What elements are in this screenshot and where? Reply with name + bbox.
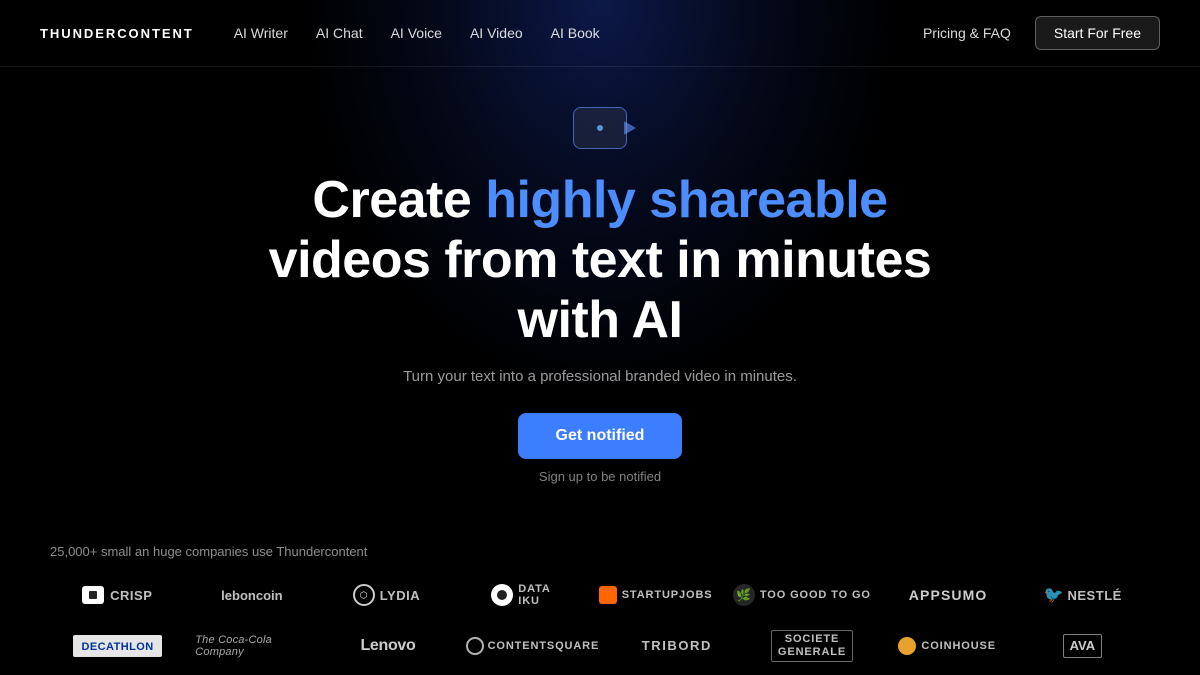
logo-startupjobs: STARTUPJOBS	[588, 580, 723, 610]
start-for-free-button[interactable]: Start For Free	[1035, 16, 1160, 50]
sign-up-note: Sign up to be notified	[539, 469, 661, 484]
logos-section: 25,000+ small an huge companies use Thun…	[0, 544, 1200, 668]
logo-tribord: TRIBORD	[609, 632, 744, 659]
logo-dataiku: dataiku	[454, 577, 589, 613]
nav-links: AI Writer AI Chat AI Voice AI Video AI B…	[234, 25, 923, 41]
get-notified-button[interactable]: Get notified	[518, 413, 683, 459]
nav-link-ai-book[interactable]: AI Book	[551, 25, 600, 41]
navbar: THUNDERCONTENT AI Writer AI Chat AI Voic…	[0, 0, 1200, 67]
logos-row-2: DECATHLON The Coca-Cola Company Lenovo C…	[50, 624, 1150, 668]
logo-ava: AVA	[1015, 628, 1150, 664]
logo-nestle: 🐦 Nestlé	[1015, 579, 1150, 611]
nav-link-ai-voice[interactable]: AI Voice	[391, 25, 442, 41]
logo-sg: SOCIETEGENERALE	[744, 624, 879, 668]
nav-logo: THUNDERCONTENT	[40, 26, 194, 41]
logo-lenovo: Lenovo	[320, 631, 455, 661]
hero-subtitle: Turn your text into a professional brand…	[403, 368, 797, 385]
camera-dot	[597, 125, 603, 131]
logo-leboncoin: leboncoin	[185, 582, 320, 609]
nav-right: Pricing & FAQ Start For Free	[923, 16, 1160, 50]
nav-link-ai-video[interactable]: AI Video	[470, 25, 523, 41]
logos-row-1: crisp leboncoin ⬡ Lydia dataiku STARTUPJ…	[50, 577, 1150, 613]
hero-highlight: highly shareable	[485, 171, 887, 229]
logo-contentsquare: Contentsquare	[456, 631, 610, 661]
logos-label: 25,000+ small an huge companies use Thun…	[50, 544, 1150, 559]
logo-coinhouse: coinhouse	[880, 631, 1015, 661]
logo-cocacola: The Coca-Cola Company	[185, 628, 320, 664]
logo-tgtg: 🌿 Too Good To Go	[723, 578, 881, 612]
hero-title: Create highly shareable videos from text…	[250, 171, 950, 350]
logo-crisp: crisp	[50, 580, 185, 610]
nav-pricing[interactable]: Pricing & FAQ	[923, 25, 1011, 41]
logo-lydia: ⬡ Lydia	[319, 578, 454, 612]
logo-decathlon: DECATHLON	[50, 629, 185, 663]
hero-section: Create highly shareable videos from text…	[0, 67, 1200, 484]
nav-link-ai-writer[interactable]: AI Writer	[234, 25, 288, 41]
logo-appsumo: APPSUMO	[881, 581, 1016, 609]
video-icon	[573, 107, 627, 149]
nav-link-ai-chat[interactable]: AI Chat	[316, 25, 363, 41]
